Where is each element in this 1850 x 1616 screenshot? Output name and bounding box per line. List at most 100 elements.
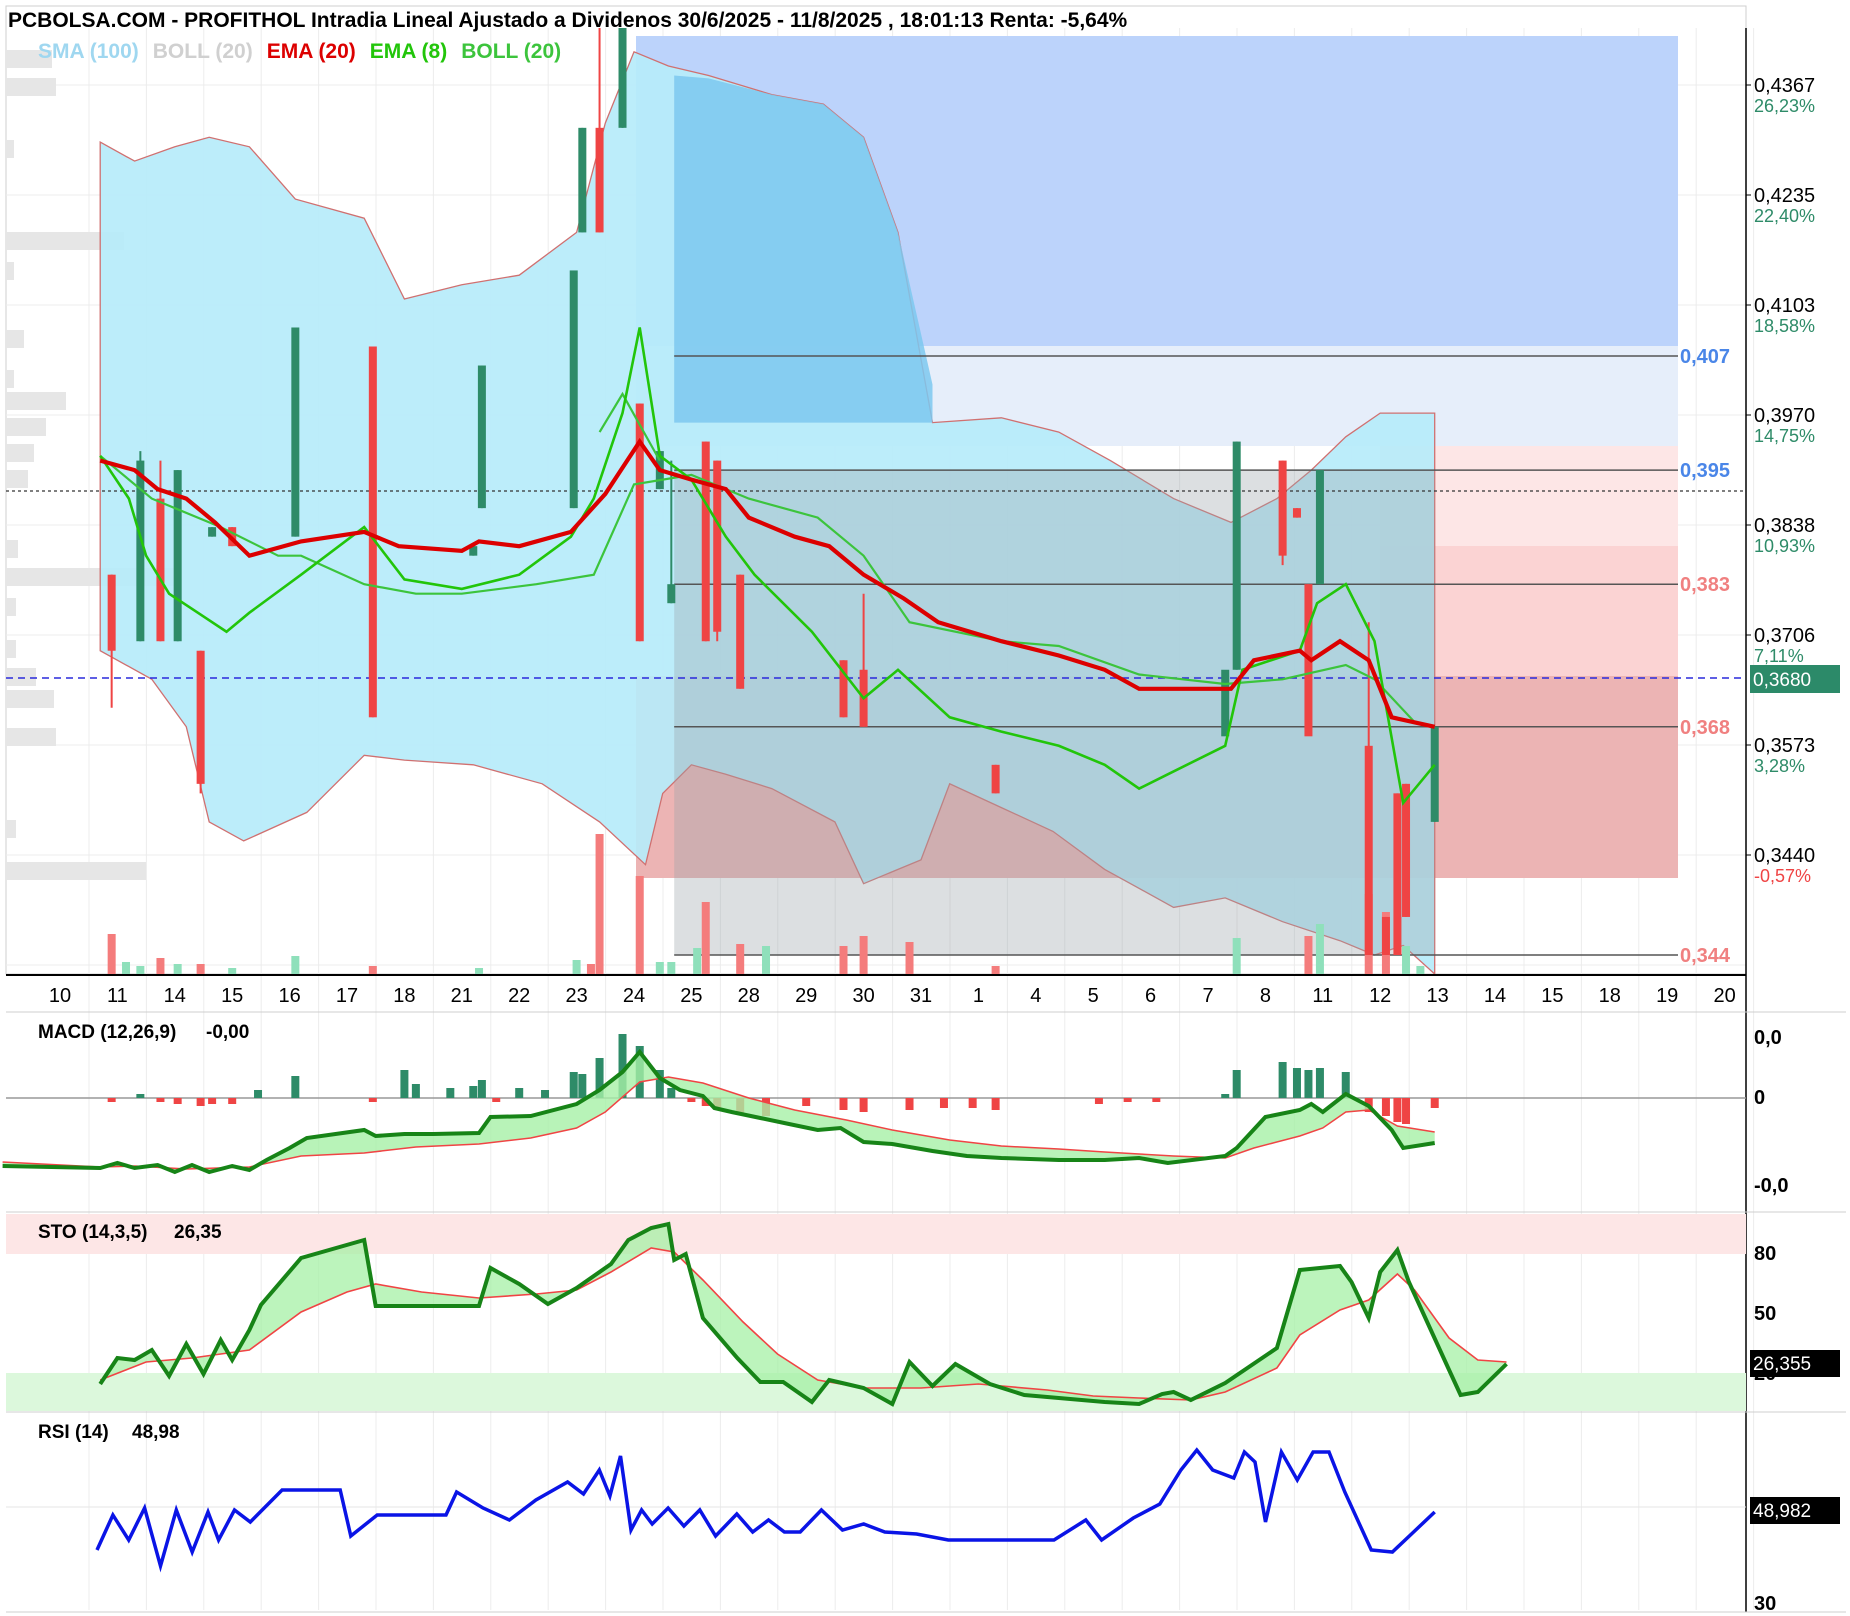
macd-histogram-bar — [859, 1098, 868, 1112]
macd-tick: 0,0 — [1754, 1027, 1782, 1049]
candle-body — [569, 270, 578, 509]
candle-body — [1430, 726, 1439, 822]
stock-chart: PCBOLSA.COM - PROFITHOL Intradia Lineal … — [2, 5, 1846, 1615]
candle-body — [107, 574, 116, 651]
legend-item: BOLL (20) — [461, 40, 561, 63]
candle-body — [368, 346, 377, 718]
level-label: 0,395 — [1680, 460, 1730, 482]
volume-bar — [701, 902, 710, 974]
macd-fill — [2, 1052, 1435, 1172]
candle-body — [667, 584, 676, 604]
level-label: 0,368 — [1680, 717, 1730, 739]
date-tick: 8 — [1260, 985, 1271, 1007]
macd-histogram-bar — [1152, 1098, 1161, 1102]
candle-body — [477, 365, 486, 509]
volume-profile-bar — [6, 370, 14, 388]
candle-body — [1278, 460, 1287, 556]
macd-histogram-bar — [477, 1080, 486, 1098]
candle-body — [156, 498, 165, 642]
candle-body — [196, 650, 205, 784]
macd-histogram-bar — [687, 1098, 696, 1102]
macd-histogram-bar — [968, 1098, 977, 1108]
macd-histogram-bar — [492, 1098, 501, 1102]
candle-body — [1292, 508, 1301, 518]
date-tick: 15 — [1541, 985, 1563, 1007]
chart-title: PCBOLSA.COM - PROFITHOL Intradia Lineal … — [8, 9, 1128, 32]
price-tick: 0,3838 — [1754, 515, 1815, 537]
price-tick: 0,3970 — [1754, 405, 1815, 427]
pct-tick: 10,93% — [1754, 536, 1815, 556]
price-tick: 0,3573 — [1754, 735, 1815, 757]
volume-bar — [572, 960, 581, 974]
volume-profile-bar — [6, 392, 66, 410]
macd-title: MACD (12,26,9) — [38, 1022, 176, 1043]
volume-bar — [595, 834, 604, 974]
candle-body — [291, 327, 300, 537]
volume-bar — [586, 964, 595, 974]
pct-tick: 18,58% — [1754, 316, 1815, 336]
volume-profile-bar — [6, 418, 46, 436]
pct-tick: 22,40% — [1754, 206, 1815, 226]
macd-histogram-bar — [991, 1098, 1000, 1110]
date-tick: 5 — [1088, 985, 1099, 1007]
macd-histogram-bar — [569, 1072, 578, 1098]
macd-histogram-bar — [400, 1070, 409, 1098]
volume-bar — [655, 962, 664, 974]
date-tick: 12 — [1369, 985, 1391, 1007]
volume-bar — [1232, 938, 1241, 974]
legend-item: EMA (8) — [370, 40, 447, 63]
volume-bar — [905, 942, 914, 974]
candle-body — [991, 764, 1000, 794]
volume-profile-bar — [6, 640, 16, 658]
macd-histogram-bar — [1221, 1094, 1230, 1098]
price-tick: 0,4235 — [1754, 185, 1815, 207]
volume-profile-bar — [6, 862, 146, 880]
volume-profile-bar — [6, 140, 14, 158]
sto-tick: 80 — [1754, 1243, 1776, 1265]
candle-body — [1393, 793, 1402, 955]
candle-body — [208, 527, 217, 537]
date-tick: 18 — [1599, 985, 1621, 1007]
macd-histogram-bar — [446, 1088, 455, 1098]
macd-tick: -0,0 — [1754, 1175, 1788, 1197]
volume-bar — [196, 964, 205, 974]
sto-tick: 50 — [1754, 1303, 1776, 1325]
rsi-line — [95, 1447, 1436, 1573]
date-tick: 7 — [1202, 985, 1213, 1007]
candle-body — [1232, 441, 1241, 670]
date-tick: 30 — [852, 985, 874, 1007]
date-tick: 1 — [973, 985, 984, 1007]
volume-bar — [1315, 924, 1324, 974]
macd-histogram-bar — [411, 1084, 420, 1098]
sto-panel: STO (14,3,5) 26,35 805020 26,355 — [6, 1214, 1840, 1411]
macd-value: -0,00 — [206, 1022, 249, 1043]
date-tick: 31 — [910, 985, 932, 1007]
macd-histogram-bar — [228, 1098, 237, 1104]
volume-bar — [173, 964, 182, 974]
pct-tick: 7,11% — [1754, 646, 1804, 666]
macd-histogram-bar — [667, 1088, 676, 1098]
sto-overbought-zone — [6, 1214, 1746, 1254]
candle-body — [701, 441, 710, 642]
level-label: 0,383 — [1680, 574, 1730, 596]
volume-profile-bar — [6, 78, 56, 96]
volume-profile-bar — [6, 330, 24, 348]
volume-bar — [991, 966, 1000, 974]
volume-bar — [368, 966, 377, 974]
level-label: 0,344 — [1680, 945, 1731, 967]
rsi-panel: RSI (14) 48,98 30 48,982 — [6, 1422, 1840, 1615]
date-tick: 28 — [738, 985, 760, 1007]
macd-histogram-bar — [939, 1098, 948, 1108]
volume-bar — [136, 966, 145, 974]
macd-histogram-bar — [802, 1098, 811, 1106]
macd-histogram-bar — [1393, 1098, 1402, 1122]
date-tick: 14 — [164, 985, 186, 1007]
candle-body — [736, 574, 745, 689]
date-tick: 29 — [795, 985, 817, 1007]
volume-bar — [762, 946, 771, 974]
pct-tick: -0,57% — [1754, 866, 1811, 886]
macd-histogram-bar — [839, 1098, 848, 1110]
sto-value: 26,35 — [174, 1222, 222, 1243]
macd-histogram-bar — [254, 1090, 263, 1098]
volume-bar — [1402, 946, 1411, 974]
